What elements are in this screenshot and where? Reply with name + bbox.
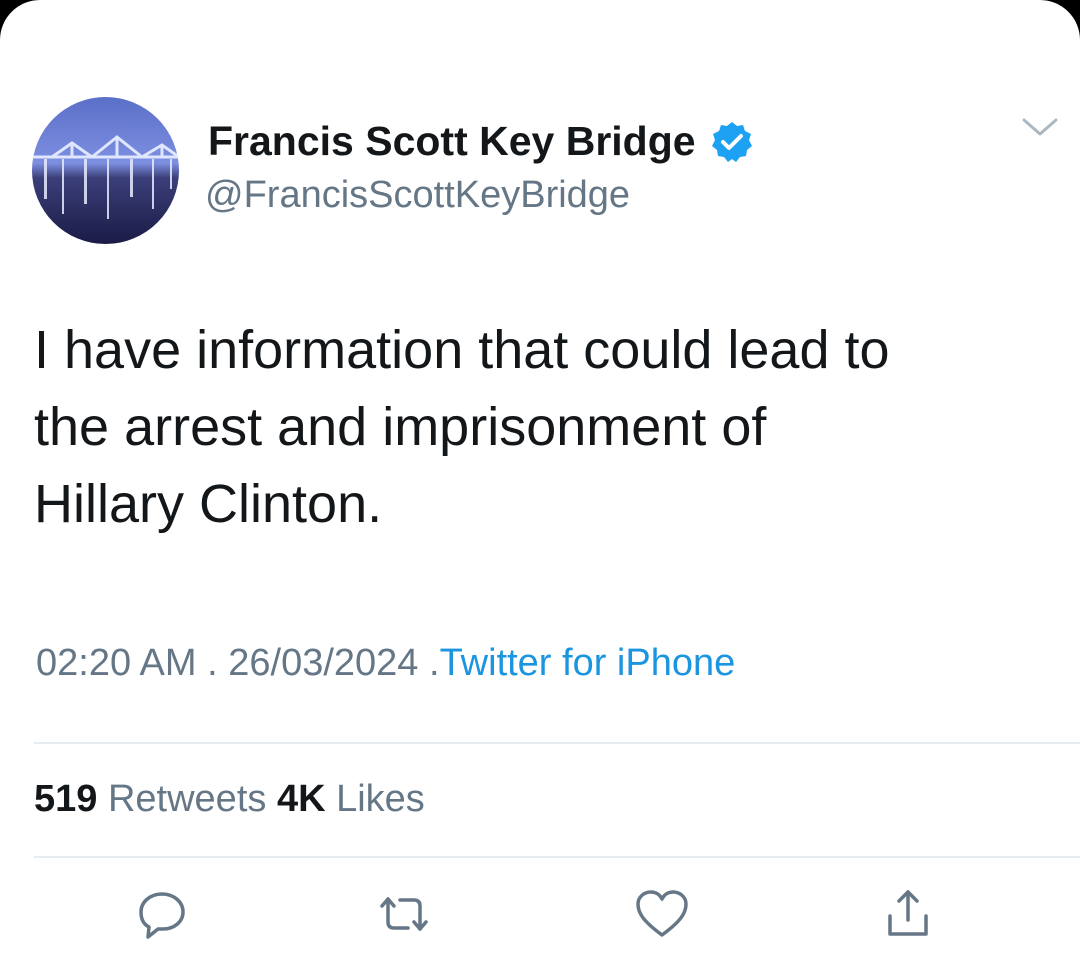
heart-icon: [633, 887, 691, 946]
divider: [34, 742, 1080, 744]
display-name-row[interactable]: Francis Scott Key Bridge: [208, 118, 754, 165]
meta-separator: .: [207, 642, 218, 684]
engagement-stats: 519 Retweets 4K Likes: [34, 778, 425, 821]
meta-separator: .: [429, 642, 440, 684]
tweet-time: 02:20 AM: [36, 642, 197, 684]
verified-badge-icon: [710, 120, 754, 164]
user-handle[interactable]: @FrancisScottKeyBridge: [205, 174, 630, 217]
tweet-text-line: I have information that could lead to: [34, 320, 890, 380]
share-icon: [880, 886, 936, 947]
display-name: Francis Scott Key Bridge: [208, 118, 696, 164]
tweet-body: I have information that could lead to th…: [34, 312, 1054, 543]
profile-avatar[interactable]: [32, 97, 179, 244]
chevron-down-icon[interactable]: [1018, 112, 1062, 142]
likes-label: Likes: [336, 778, 425, 820]
retweet-button[interactable]: [372, 884, 436, 948]
like-button[interactable]: [630, 884, 694, 948]
bridge-avatar-image: [32, 97, 179, 244]
tweet-metadata: 02:20 AM . 26/03/2024 .Twitter for iPhon…: [36, 642, 735, 685]
divider: [34, 856, 1080, 858]
likes-stat[interactable]: 4K Likes: [277, 778, 425, 820]
tweet-date: 26/03/2024: [228, 642, 419, 684]
likes-count: 4K: [276, 778, 326, 820]
reply-icon: [134, 886, 190, 947]
reply-button[interactable]: [130, 884, 194, 948]
tweet-card: Francis Scott Key Bridge @FrancisScottKe…: [0, 0, 1080, 964]
retweets-count: 519: [34, 778, 98, 820]
share-button[interactable]: [876, 884, 940, 948]
retweets-stat[interactable]: 519 Retweets: [34, 778, 266, 820]
tweet-source-link[interactable]: Twitter for iPhone: [440, 642, 736, 684]
tweet-text-line: the arrest and imprisonment of: [34, 397, 767, 457]
retweets-label: Retweets: [107, 778, 267, 820]
retweet-icon: [372, 886, 436, 947]
tweet-text-line: Hillary Clinton.: [34, 474, 383, 534]
